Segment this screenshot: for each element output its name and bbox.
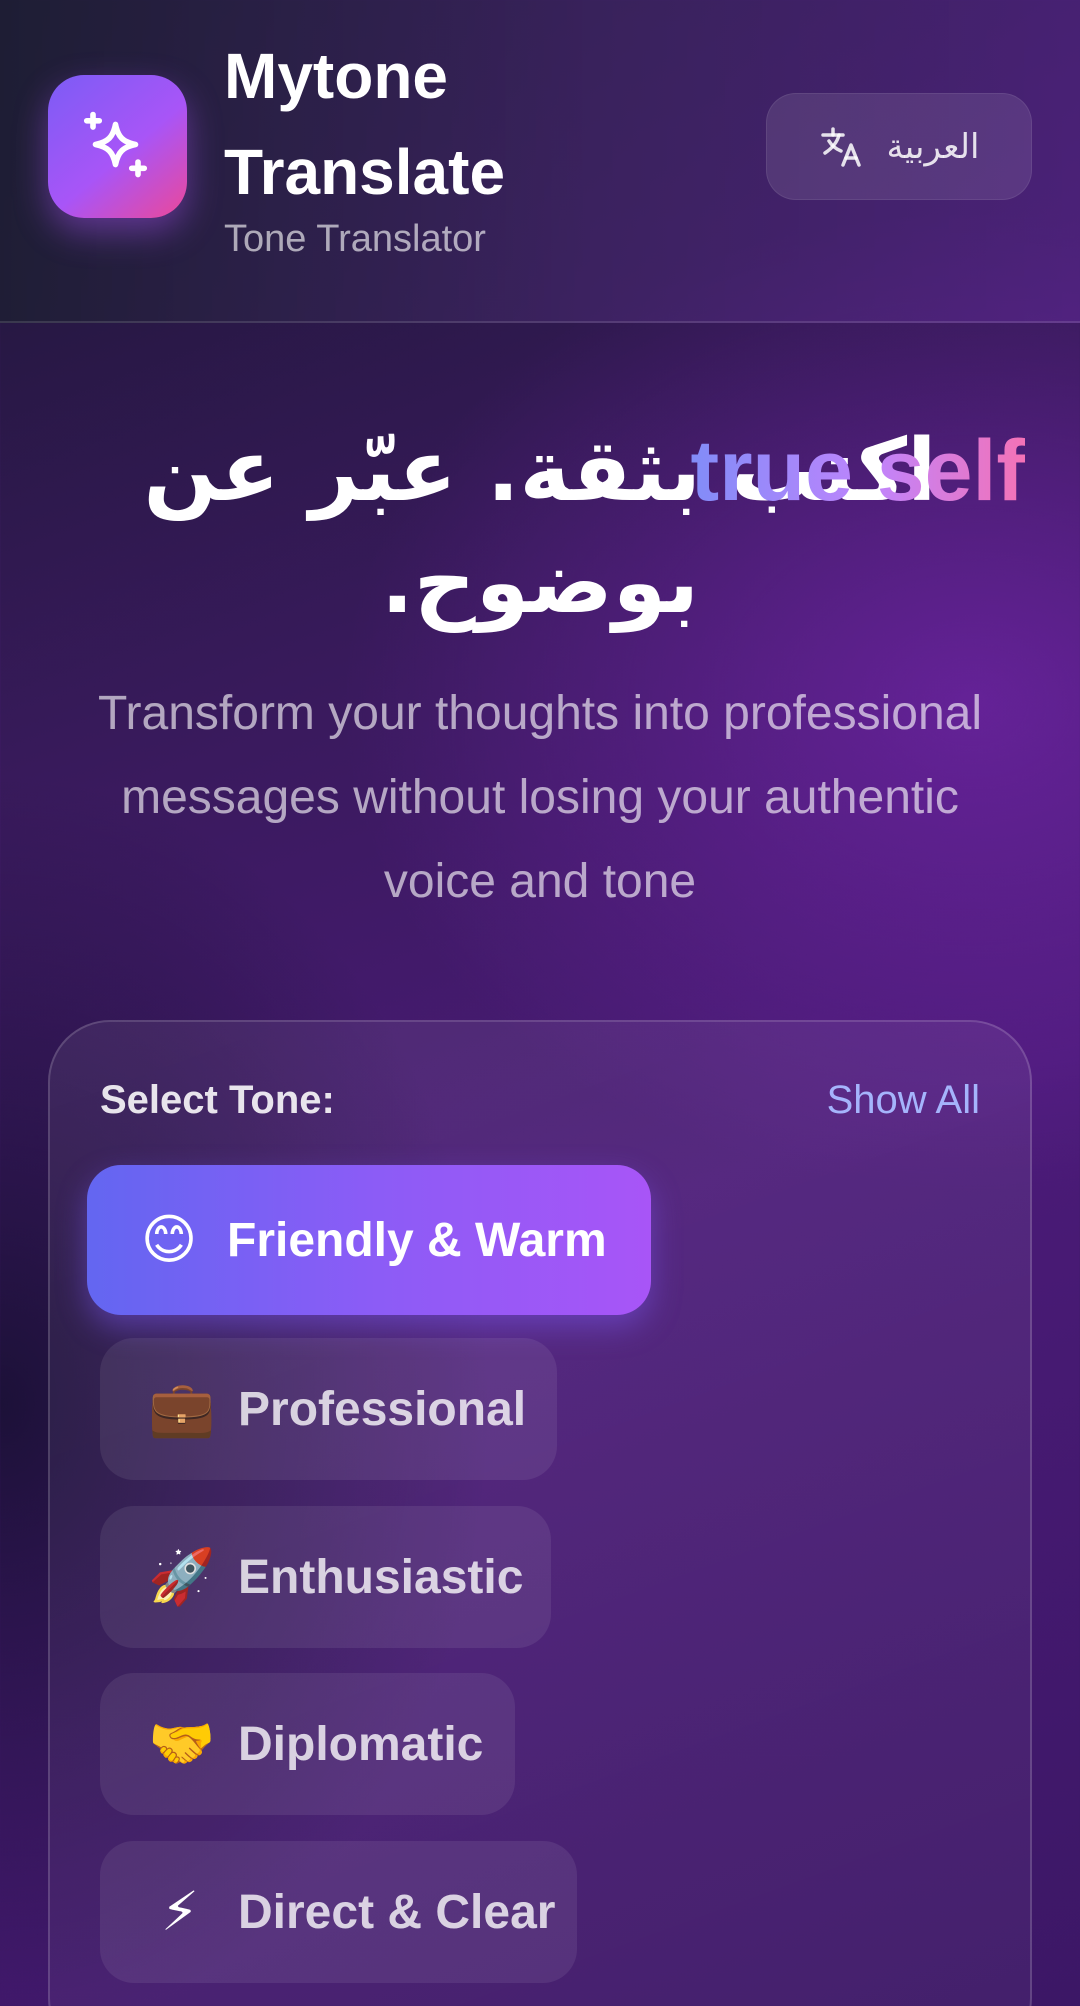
tone-option-label: Diplomatic xyxy=(238,1717,484,1771)
briefcase-icon: 💼 xyxy=(148,1377,216,1440)
smiling-face-icon: 😊 xyxy=(140,1208,198,1271)
tone-option-label: Friendly & Warm xyxy=(227,1213,607,1267)
sparkles-icon xyxy=(83,111,147,177)
hero-description: Transform your thoughts into professiona… xyxy=(98,687,982,908)
language-toggle-button[interactable]: العربية xyxy=(766,93,1032,200)
translate-icon xyxy=(820,126,861,167)
tone-selector-card: Select Tone: Show All 😊 Friendly & Warm … xyxy=(48,1020,1032,2006)
tone-option-direct-clear[interactable]: ⚡ Direct & Clear xyxy=(100,1841,577,1983)
show-all-link[interactable]: Show All xyxy=(827,1078,980,1123)
app-subtitle: Tone Translator xyxy=(224,218,486,260)
hero-title: اكتب بثقة. عبّر عن بوضوح. xyxy=(40,415,1040,639)
tone-option-label: Enthusiastic xyxy=(238,1550,524,1604)
lightning-icon: ⚡ xyxy=(161,1880,199,1943)
app-logo xyxy=(48,75,187,218)
hero-title-arabic: اكتب بثقة. عبّر عن بوضوح. xyxy=(143,421,937,633)
tone-heading: Select Tone: xyxy=(100,1078,335,1122)
tone-option-label: Professional xyxy=(238,1382,527,1436)
tone-option-enthusiastic[interactable]: 🚀 Enthusiastic xyxy=(100,1506,551,1648)
tone-option-label: Direct & Clear xyxy=(238,1885,556,1939)
tone-option-professional[interactable]: 💼 Professional xyxy=(100,1338,557,1480)
tone-option-friendly-warm[interactable]: 😊 Friendly & Warm xyxy=(87,1165,651,1315)
handshake-icon: 🤝 xyxy=(148,1712,216,1775)
app-title: Mytone Translate xyxy=(224,40,506,208)
language-label: العربية xyxy=(886,126,980,167)
app-header: Mytone Translate Tone Translator العربية xyxy=(0,0,1080,323)
rocket-icon: 🚀 xyxy=(148,1545,216,1608)
tone-option-diplomatic[interactable]: 🤝 Diplomatic xyxy=(100,1673,515,1815)
